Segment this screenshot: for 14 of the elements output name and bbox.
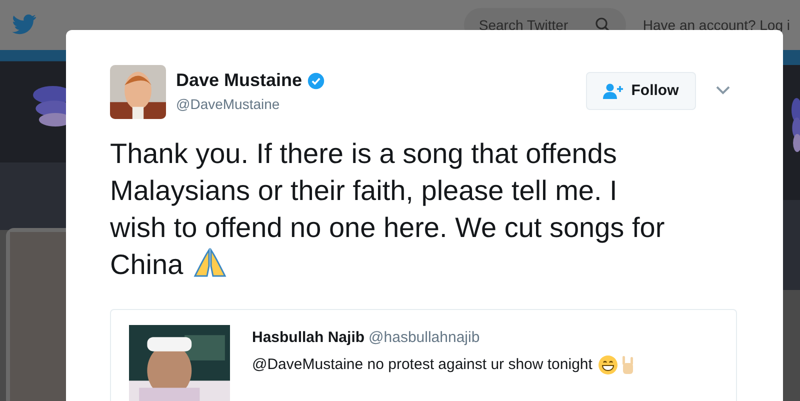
rock-hand-icon [621, 354, 636, 375]
search-icon [594, 17, 611, 33]
author-name[interactable]: Dave Mustaine [176, 67, 302, 94]
add-person-icon [603, 83, 626, 99]
tweet-text: Thank you. If there is a song that offends Malaysians or their faith, please tell me. I wish to offend no one here. We cut songs for China [110, 137, 666, 282]
author-handle[interactable]: @DaveMustaine [176, 94, 326, 115]
quoted-author-handle: @hasbullahnajib [368, 328, 480, 348]
quoted-tweet[interactable]: Hasbullah Najib @hasbullahnajib @DaveMustaine no protest against ur show tonight [110, 309, 737, 401]
grinning-face-icon [598, 354, 618, 375]
follow-button[interactable]: Follow [586, 72, 696, 110]
quoted-tweet-text: @DaveMustaine no protest against ur show tonight [252, 354, 592, 374]
bird-icon[interactable] [11, 14, 37, 36]
quoted-author-name: Hasbullah Najib [252, 328, 365, 348]
chevron-down-icon[interactable] [716, 86, 730, 95]
